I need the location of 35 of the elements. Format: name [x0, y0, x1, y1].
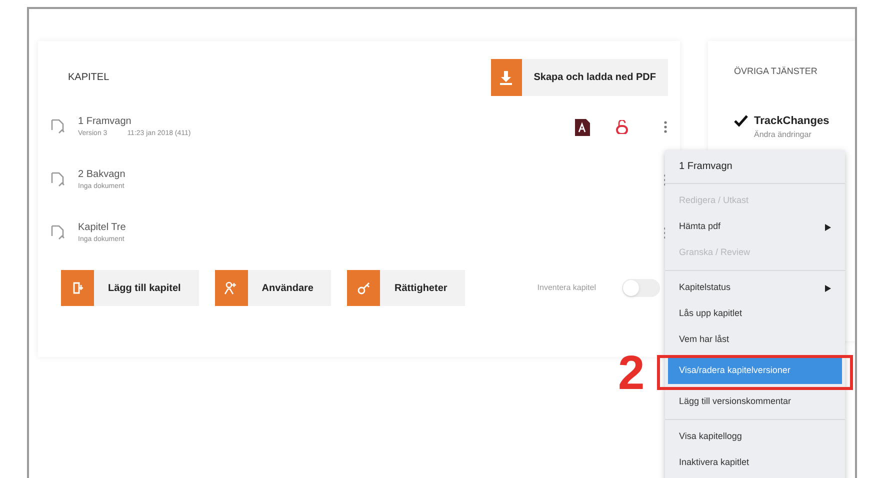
- key-icon: [356, 281, 371, 295]
- menu-item[interactable]: Lås upp kapitlet: [668, 301, 842, 327]
- pdf-icon[interactable]: [575, 118, 590, 136]
- action-button[interactable]: Rättigheter: [347, 270, 466, 306]
- document-icon: [50, 171, 66, 189]
- unlock-icon[interactable]: [616, 120, 628, 134]
- panel-title: ÖVRIGA TJÄNSTER: [734, 65, 818, 78]
- more-icon[interactable]: [664, 121, 667, 133]
- submenu-arrow-icon: [825, 224, 831, 230]
- chapter-name[interactable]: 2 Bakvagn: [78, 167, 126, 182]
- pdf-button[interactable]: Skapa och ladda ned PDF: [490, 59, 668, 96]
- service-description: Ändra ändringar: [754, 129, 812, 141]
- menu-item[interactable]: Kapitelstatus: [668, 275, 842, 301]
- document-plus-icon: [72, 281, 84, 295]
- document-icon: [50, 224, 66, 242]
- toggle-switch[interactable]: [622, 279, 660, 297]
- menu-item[interactable]: Inaktivera kapitlet: [668, 450, 842, 476]
- check-icon: [734, 114, 748, 127]
- menu-item[interactable]: Hämta pdf: [668, 214, 842, 240]
- action-button[interactable]: Lägg till kapitel: [61, 270, 199, 306]
- menu-title: 1 Framvagn: [665, 150, 845, 184]
- action-button[interactable]: Användare: [214, 270, 332, 306]
- service-name[interactable]: TrackChanges: [754, 112, 830, 129]
- download-icon: [499, 70, 514, 86]
- chapter-name[interactable]: 1 Framvagn: [78, 114, 191, 130]
- menu-item[interactable]: Lägg till versionskommentar: [668, 389, 842, 415]
- toggle-label: Inventera kapitel: [537, 282, 596, 294]
- document-icon: [50, 118, 66, 136]
- panel-title: KAPITEL: [68, 71, 110, 85]
- person-plus-icon: [224, 281, 238, 295]
- submenu-arrow-icon: [825, 284, 831, 292]
- annotation-number: 2: [618, 350, 645, 398]
- menu-item[interactable]: Visa kapitellogg: [668, 424, 842, 450]
- chapter-name[interactable]: Kapitel Tre: [78, 220, 126, 236]
- menu-item[interactable]: Vem har låst: [668, 327, 842, 353]
